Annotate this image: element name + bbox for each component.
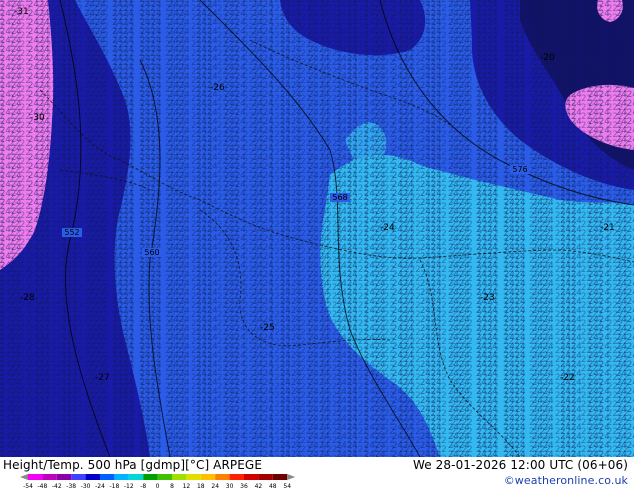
legend-swatch	[258, 474, 273, 480]
legend-tick-label: 42	[255, 483, 263, 489]
legend-tick-label: -38	[66, 483, 76, 489]
legend-swatch	[128, 474, 144, 480]
legend-tick-label: 24	[211, 483, 219, 489]
footer-bar: Height/Temp. 500 hPa [gdmp][°C] ARPEGE W…	[0, 457, 634, 490]
temperature-value: -23	[480, 293, 495, 303]
contour-label: 576	[512, 165, 527, 174]
legend-tick-label: -12	[124, 483, 134, 489]
temperature-value: -30	[30, 113, 45, 123]
legend-swatch	[42, 474, 57, 480]
legend-swatch	[28, 474, 43, 480]
legend-swatch	[114, 474, 129, 480]
map-title: Height/Temp. 500 hPa [gdmp][°C] ARPEGE	[3, 458, 263, 472]
legend-tick-label: 36	[240, 483, 248, 489]
value-grid-2	[0, 0, 634, 457]
temperature-value: -20	[540, 53, 555, 63]
legend-tick-label: 0	[156, 483, 160, 489]
legend-tick-label: -8	[140, 483, 146, 489]
legend-tick-label: -30	[81, 483, 91, 489]
legend-swatch	[56, 474, 72, 480]
legend-swatch	[100, 474, 115, 480]
temperature-value: -24	[380, 223, 395, 233]
temperature-value: -22	[560, 373, 575, 383]
legend-swatch	[215, 474, 230, 480]
map-canvas: 2424 2222	[0, 0, 634, 457]
legend-swatch	[157, 474, 172, 480]
valid-datetime: We 28-01-2026 12:00 UTC (06+06)	[413, 458, 628, 472]
contour-label: 560	[144, 248, 159, 257]
temperature-value: -27	[95, 373, 110, 383]
contour-label: 568	[332, 193, 347, 202]
legend-swatch	[172, 474, 187, 480]
legend-tick-label: -54	[23, 483, 33, 489]
legend-tick-label: 30	[226, 483, 234, 489]
legend-tick-label: -24	[95, 483, 105, 489]
legend-tick-label: 54	[283, 483, 291, 489]
legend-tick-label: 8	[170, 483, 174, 489]
legend-arrow-left	[20, 474, 28, 480]
temperature-value: -25	[260, 323, 275, 333]
color-legend: -54 -48 -42 -38 -30 -24 -18 -12 -8 0 8 12 18 24 30 36 42…	[20, 474, 296, 489]
legend-tick-label: -48	[37, 483, 47, 489]
temperature-value: -21	[600, 223, 615, 233]
temperature-value: -31	[14, 7, 29, 17]
legend-swatch	[143, 474, 158, 480]
legend-swatch	[200, 474, 216, 480]
legend-arrow-right	[287, 474, 296, 480]
legend-tick-label: -18	[109, 483, 119, 489]
legend-swatch	[71, 474, 86, 480]
temperature-value: -26	[210, 83, 225, 93]
credit-link[interactable]: ©weatheronline.co.uk	[504, 474, 628, 487]
legend-swatch	[85, 474, 100, 480]
temperature-value: -28	[20, 293, 35, 303]
contour-label: 552	[64, 228, 79, 237]
weather-map[interactable]: 2424 2222	[0, 0, 634, 457]
legend-swatch	[186, 474, 201, 480]
legend-swatch	[229, 474, 244, 480]
legend-swatch	[272, 474, 288, 480]
legend-tick-label: 48	[269, 483, 277, 489]
legend-tick-label: 12	[183, 483, 191, 489]
legend-swatch	[244, 474, 259, 480]
legend-tick-label: -42	[52, 483, 62, 489]
legend-tick-label: 18	[197, 483, 205, 489]
